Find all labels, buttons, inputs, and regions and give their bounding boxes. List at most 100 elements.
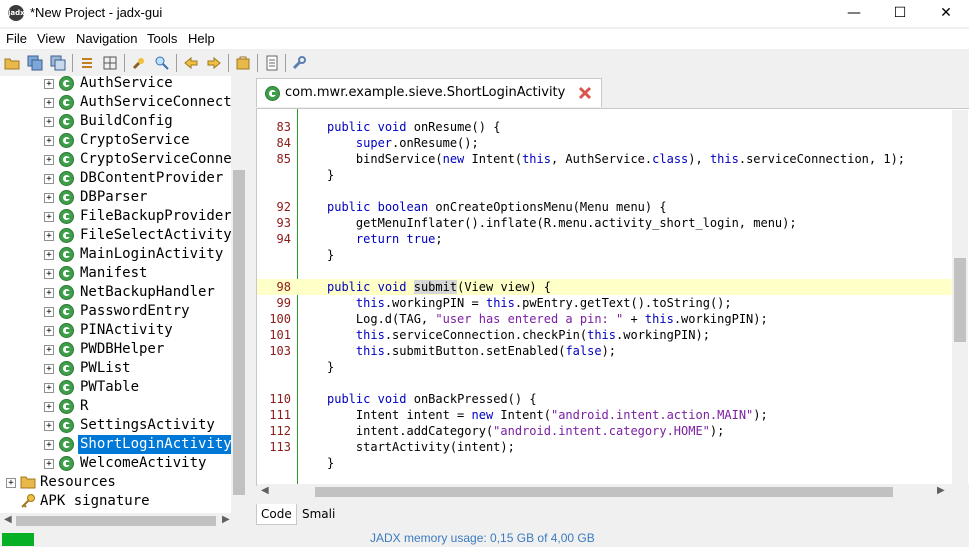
expand-icon[interactable]: +: [44, 326, 54, 336]
tree-item-label: FileSelectActivity: [80, 227, 232, 243]
tab-title: com.mwr.example.sieve.ShortLoginActivity: [285, 85, 566, 100]
code-text: }: [327, 360, 335, 374]
editor-horizontal-scroll-thumb[interactable]: [315, 487, 893, 497]
expand-icon[interactable]: +: [44, 402, 54, 412]
class-icon: [59, 342, 74, 357]
tree-item-label: PINActivity: [80, 322, 173, 338]
code-line[interactable]: 99 this.workingPIN = this.pwEntry.getTex…: [257, 295, 952, 311]
scroll-right-arrow-icon[interactable]: ▶: [222, 514, 230, 525]
code-line[interactable]: 113 startActivity(intent);: [257, 439, 952, 455]
tree-horizontal-scroll-thumb[interactable]: [16, 516, 216, 526]
expand-icon[interactable]: +: [44, 421, 54, 431]
tree-item-label: NetBackupHandler: [80, 284, 215, 300]
expand-icon[interactable]: +: [44, 269, 54, 279]
code-line[interactable]: }: [257, 455, 952, 471]
class-icon: [59, 95, 74, 110]
log-viewer-icon[interactable]: [264, 55, 280, 71]
line-number: 98: [276, 280, 291, 294]
expand-icon[interactable]: +: [44, 155, 54, 165]
code-line[interactable]: [257, 183, 952, 199]
menu-help[interactable]: Help: [188, 31, 215, 46]
class-icon: [59, 266, 74, 281]
tree-item-label: BuildConfig: [80, 113, 173, 129]
code-line[interactable]: }: [257, 359, 952, 375]
code-line[interactable]: 110 public void onBackPressed() {: [257, 391, 952, 407]
code-line[interactable]: 83 public void onResume() {: [257, 119, 952, 135]
close-tab-icon[interactable]: [578, 86, 592, 100]
preferences-wrench-icon[interactable]: [291, 55, 307, 71]
code-line[interactable]: 93 getMenuInflater().inflate(R.menu.acti…: [257, 215, 952, 231]
expand-icon[interactable]: +: [44, 383, 54, 393]
sync-tree-icon[interactable]: [79, 55, 95, 71]
close-window-button[interactable]: ✕: [923, 0, 969, 27]
expand-icon[interactable]: +: [44, 459, 54, 469]
menu-navigation[interactable]: Navigation: [76, 31, 137, 46]
code-line[interactable]: [257, 375, 952, 391]
tree-vertical-scroll-thumb[interactable]: [233, 170, 245, 495]
expand-icon[interactable]: +: [6, 478, 16, 488]
forward-arrow-icon[interactable]: [206, 55, 222, 71]
expand-icon[interactable]: +: [44, 440, 54, 450]
maximize-button[interactable]: ☐: [877, 0, 923, 27]
code-line[interactable]: [257, 263, 952, 279]
tab-smali[interactable]: Smali: [298, 504, 339, 524]
code-text: public boolean onCreateOptionsMenu(Menu …: [327, 200, 667, 214]
code-line[interactable]: 101 this.serviceConnection.checkPin(this…: [257, 327, 952, 343]
expand-icon[interactable]: +: [44, 117, 54, 127]
search-class-icon[interactable]: [154, 55, 170, 71]
code-line[interactable]: 84 super.onResume();: [257, 135, 952, 151]
tab-code[interactable]: Code: [256, 504, 297, 525]
class-icon: [59, 361, 74, 376]
expand-icon[interactable]: +: [44, 307, 54, 317]
code-line[interactable]: 103 this.submitButton.setEnabled(false);: [257, 343, 952, 359]
expand-icon[interactable]: +: [44, 79, 54, 89]
back-arrow-icon[interactable]: [183, 55, 199, 71]
line-number: 100: [269, 312, 291, 326]
expand-icon[interactable]: +: [44, 136, 54, 146]
scroll-right-arrow-icon[interactable]: ▶: [937, 485, 945, 496]
code-line[interactable]: }: [257, 247, 952, 263]
tree-item-label: CryptoServiceConnec: [80, 151, 241, 167]
tree-item-label: PWTable: [80, 379, 140, 395]
code-line[interactable]: 92 public boolean onCreateOptionsMenu(Men…: [257, 199, 952, 215]
code-line[interactable]: 111 Intent intent = new Intent("android.…: [257, 407, 952, 423]
decompile-all-icon[interactable]: [235, 55, 251, 71]
code-line[interactable]: 100 Log.d(TAG, "user has entered a pin: …: [257, 311, 952, 327]
open-folder-icon[interactable]: [4, 55, 20, 71]
class-icon: [59, 114, 74, 129]
expand-icon[interactable]: +: [44, 174, 54, 184]
code-line[interactable]: 85 bindService(new Intent(this, AuthServ…: [257, 151, 952, 167]
expand-icon[interactable]: +: [44, 288, 54, 298]
class-icon: [59, 380, 74, 395]
project-tree[interactable]: + AuthService + AuthServiceConnecto + BuildCo…: [0, 76, 247, 529]
scroll-left-arrow-icon[interactable]: ◀: [261, 485, 269, 496]
code-text: public void onBackPressed() {: [327, 392, 537, 406]
tree-item-label: ShortLoginActivity: [78, 435, 234, 454]
tree-item-label: AuthServiceConnecto: [80, 94, 241, 110]
menu-view[interactable]: View: [37, 31, 65, 46]
scroll-left-arrow-icon[interactable]: ◀: [4, 514, 12, 525]
code-text: }: [327, 168, 335, 182]
code-line[interactable]: 112 intent.addCategory("android.intent.c…: [257, 423, 952, 439]
code-editor[interactable]: 83 public void onResume() {84 super.onRes…: [256, 108, 969, 486]
expand-icon[interactable]: +: [44, 193, 54, 203]
search-text-icon[interactable]: [131, 55, 147, 71]
save-all-icon[interactable]: [27, 55, 43, 71]
class-icon: [59, 437, 74, 452]
expand-icon[interactable]: +: [44, 345, 54, 355]
expand-icon[interactable]: +: [44, 231, 54, 241]
code-line[interactable]: 98 public void submit(View view) {: [257, 279, 952, 295]
minimize-button[interactable]: —: [831, 0, 877, 27]
menu-file[interactable]: File: [6, 31, 27, 46]
expand-icon[interactable]: +: [44, 98, 54, 108]
menu-tools[interactable]: Tools: [147, 31, 177, 46]
editor-vertical-scroll-thumb[interactable]: [954, 258, 966, 342]
code-line[interactable]: 94 return true;: [257, 231, 952, 247]
flatten-packages-icon[interactable]: [102, 55, 118, 71]
expand-icon[interactable]: +: [44, 212, 54, 222]
export-icon[interactable]: [50, 55, 66, 71]
code-line[interactable]: }: [257, 167, 952, 183]
expand-icon[interactable]: +: [44, 364, 54, 374]
tab-shortloginactivity[interactable]: com.mwr.example.sieve.ShortLoginActivity: [256, 78, 602, 107]
expand-icon[interactable]: +: [44, 250, 54, 260]
